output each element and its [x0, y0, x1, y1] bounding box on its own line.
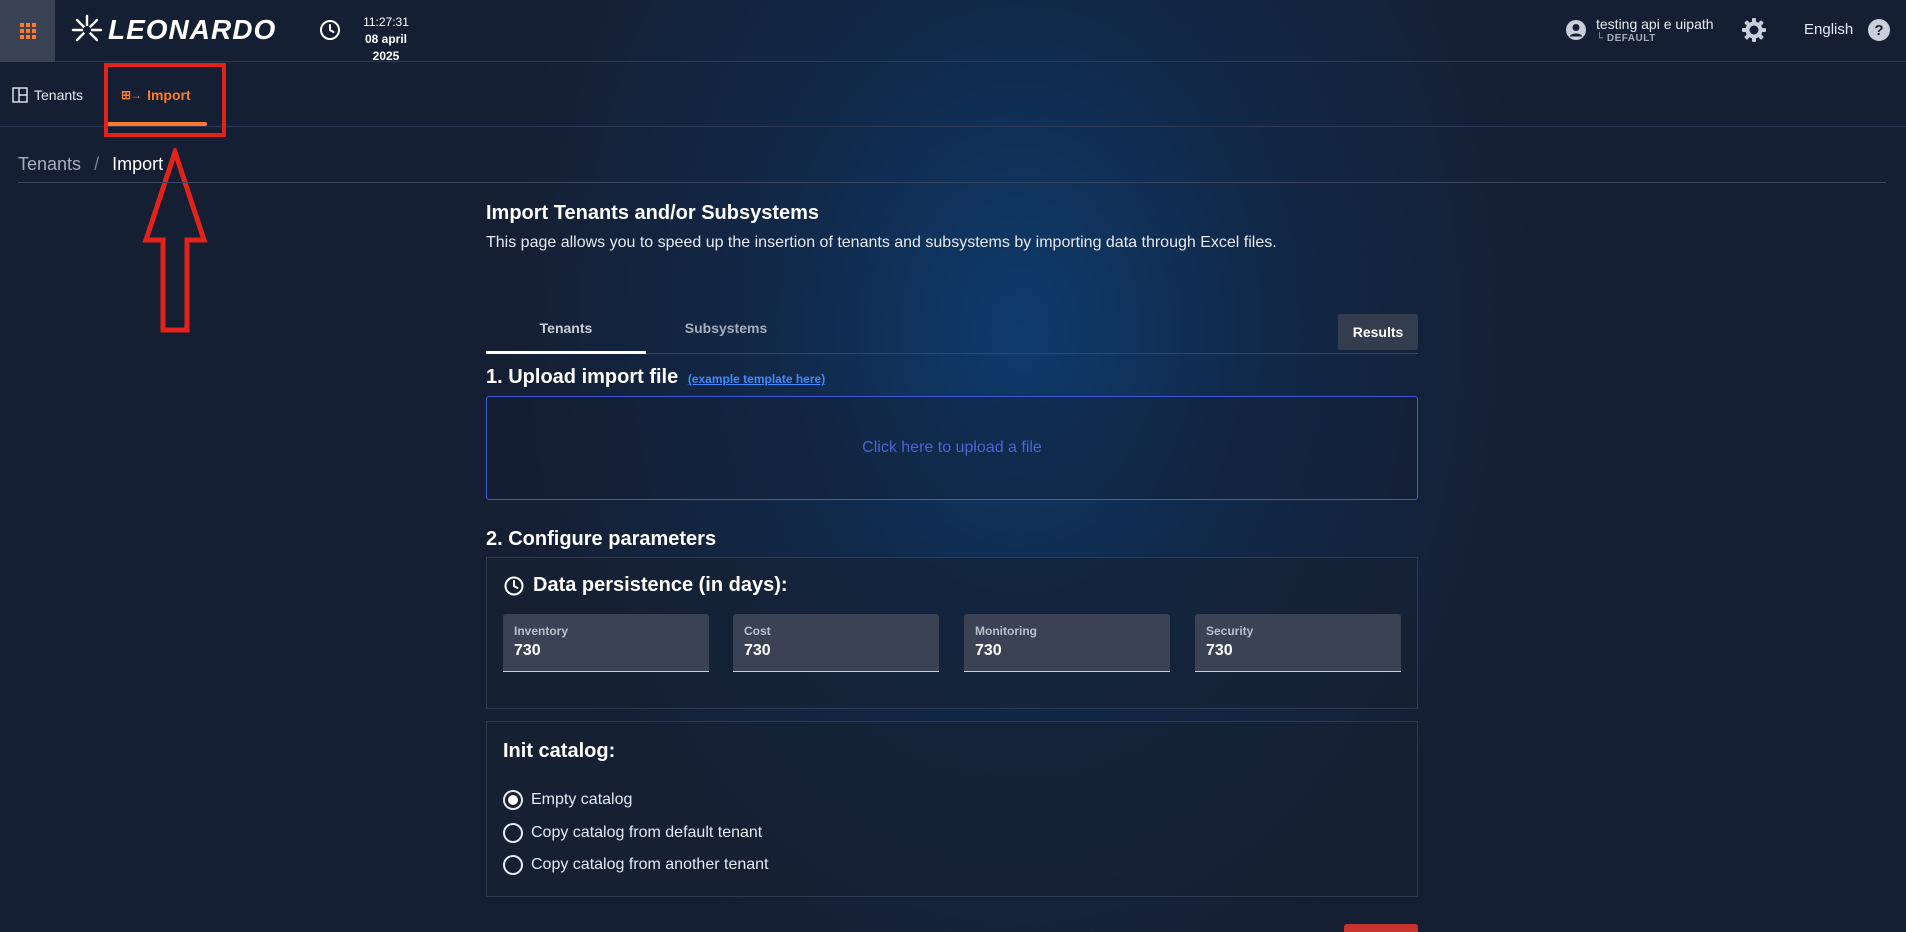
nav-tab-tenants[interactable]: Tenants [12, 62, 83, 127]
tab-tenants[interactable]: Tenants [486, 314, 646, 354]
field-value[interactable]: 730 [744, 642, 771, 660]
security-days-field[interactable]: Security 730 [1195, 614, 1401, 672]
persistence-heading: Data persistence (in days): [503, 574, 788, 597]
import-tabs: Tenants Subsystems [486, 314, 1418, 354]
field-value[interactable]: 730 [514, 642, 541, 660]
breadcrumb-separator: / [94, 154, 100, 174]
field-value[interactable]: 730 [1206, 642, 1233, 660]
current-time: 11:27:31 [363, 15, 409, 29]
theme-gear-icon[interactable] [1740, 16, 1768, 44]
breadcrumb-current: Import [112, 154, 164, 174]
radio-empty-catalog[interactable]: Empty catalog [503, 790, 632, 810]
results-button[interactable]: Results [1338, 314, 1418, 350]
annotation-up-arrow-icon [142, 148, 208, 333]
svg-text:?: ? [1874, 22, 1883, 39]
persistence-title: Data persistence (in days): [533, 574, 788, 596]
radio-label: Copy catalog from another tenant [531, 856, 769, 873]
user-tenant: └ DEFAULT [1596, 33, 1656, 44]
apps-grid-icon [19, 23, 36, 39]
language-selector[interactable]: English [1804, 21, 1853, 38]
apps-menu-button[interactable] [0, 0, 55, 62]
field-label: Cost [744, 624, 771, 638]
radio-label: Empty catalog [531, 791, 633, 808]
top-bar: LEONARDO 11:27:31 08 april 2025 testing … [0, 0, 1906, 65]
user-icon[interactable] [1564, 18, 1588, 42]
current-date: 08 april 2025 [364, 32, 408, 63]
user-name[interactable]: testing api e uipath [1596, 16, 1714, 32]
upload-heading-text: 1. Upload import file [486, 366, 679, 388]
main-nav: Tenants ⊞→ Import [0, 62, 1906, 127]
import-submit-button[interactable] [1344, 924, 1418, 932]
field-value[interactable]: 730 [975, 642, 1002, 660]
annotation-highlight-box [104, 63, 226, 137]
radio-unselected-icon[interactable] [503, 855, 523, 875]
current-datetime: 11:27:31 08 april 2025 [352, 14, 420, 65]
catalog-title: Init catalog: [503, 740, 616, 762]
dashboard-icon [12, 86, 28, 103]
nav-tab-tenants-label: Tenants [34, 86, 84, 103]
field-label: Inventory [514, 624, 569, 638]
tab-subsystems[interactable]: Subsystems [646, 314, 806, 354]
page-title: Import Tenants and/or Subsystems [486, 202, 820, 224]
radio-selected-icon[interactable] [503, 790, 523, 810]
field-label: Monitoring [975, 624, 1037, 638]
brand-logo[interactable]: LEONARDO [70, 10, 276, 50]
data-persistence-panel: Data persistence (in days): Inventory 73… [486, 557, 1418, 709]
upload-prompt: Click here to upload a file [862, 439, 1042, 456]
brand-name: LEONARDO [108, 14, 277, 45]
inventory-days-field[interactable]: Inventory 730 [503, 614, 709, 672]
monitoring-days-field[interactable]: Monitoring 730 [964, 614, 1170, 672]
page-description: This page allows you to speed up the ins… [486, 234, 1277, 251]
file-upload-dropzone[interactable]: Click here to upload a file [486, 396, 1418, 500]
help-icon[interactable]: ? [1866, 17, 1892, 43]
cost-days-field[interactable]: Cost 730 [733, 614, 939, 672]
radio-copy-another-tenant[interactable]: Copy catalog from another tenant [503, 855, 768, 875]
radio-copy-default-tenant[interactable]: Copy catalog from default tenant [503, 823, 762, 843]
radio-label: Copy catalog from default tenant [531, 824, 763, 841]
init-catalog-panel: Init catalog: Empty catalog Copy catalog… [486, 721, 1418, 897]
clock-icon [320, 20, 340, 40]
clock-icon [504, 576, 524, 595]
breadcrumb: Tenants / Import [18, 154, 163, 175]
upload-heading: 1. Upload import file (example template … [486, 366, 825, 389]
breadcrumb-divider [18, 182, 1886, 183]
breadcrumb-parent[interactable]: Tenants [18, 154, 81, 174]
configure-heading: 2. Configure parameters [486, 528, 717, 550]
radio-unselected-icon[interactable] [503, 823, 523, 843]
field-label: Security [1206, 624, 1254, 638]
leonardo-logo-icon [71, 14, 103, 42]
example-template-link[interactable]: (example template here) [688, 372, 825, 386]
